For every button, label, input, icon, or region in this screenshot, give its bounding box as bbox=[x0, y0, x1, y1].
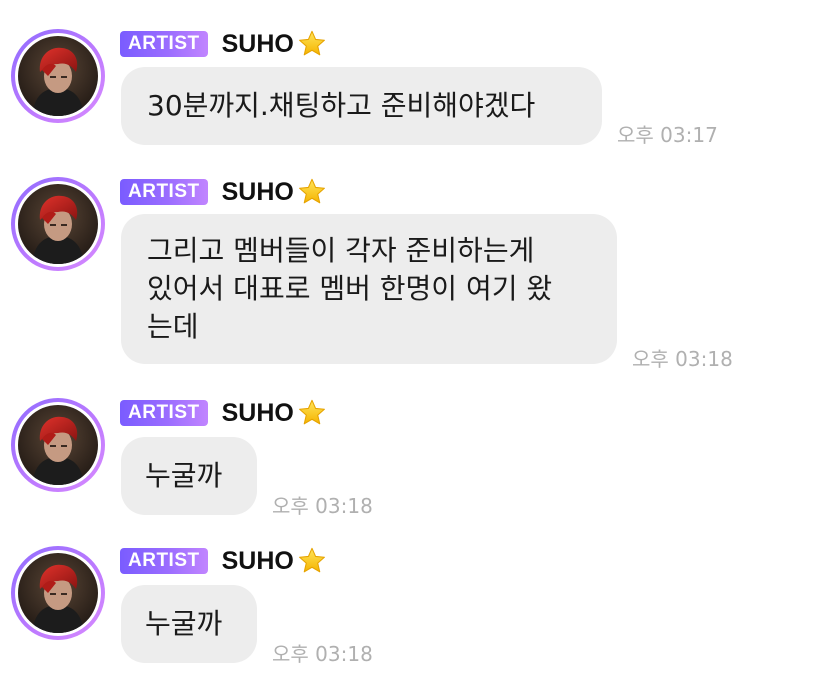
message-bubble[interactable]: 누굴까 bbox=[121, 585, 257, 663]
message-bubble[interactable]: 누굴까 bbox=[121, 437, 257, 515]
sender-row: ARTIST SUHO bbox=[120, 398, 328, 428]
artist-badge: ARTIST bbox=[120, 31, 208, 57]
artist-badge: ARTIST bbox=[120, 548, 208, 574]
message-bubble[interactable]: 그리고 멤버들이 각자 준비하는게 있어서 대표로 멤버 한명이 여기 왔 는데 bbox=[121, 214, 617, 364]
sender-name[interactable]: SUHO bbox=[222, 30, 294, 59]
avatar[interactable] bbox=[11, 177, 105, 271]
profile-photo bbox=[18, 36, 98, 116]
timestamp: 오후 03:18 bbox=[632, 347, 733, 371]
artist-badge: ARTIST bbox=[120, 179, 208, 205]
sender-row: ARTIST SUHO bbox=[120, 177, 328, 207]
profile-photo bbox=[18, 405, 98, 485]
timestamp: 오후 03:17 bbox=[617, 123, 718, 147]
artist-badge: ARTIST bbox=[120, 400, 208, 426]
avatar[interactable] bbox=[11, 398, 105, 492]
timestamp: 오후 03:18 bbox=[272, 494, 373, 518]
profile-photo bbox=[18, 184, 98, 264]
sender-row: ARTIST SUHO bbox=[120, 29, 328, 59]
sender-name[interactable]: SUHO bbox=[222, 178, 294, 207]
timestamp: 오후 03:18 bbox=[272, 642, 373, 666]
sender-name[interactable]: SUHO bbox=[222, 547, 294, 576]
profile-photo bbox=[18, 553, 98, 633]
avatar[interactable] bbox=[11, 29, 105, 123]
avatar[interactable] bbox=[11, 546, 105, 640]
star-icon bbox=[298, 178, 325, 204]
sender-row: ARTIST SUHO bbox=[120, 546, 328, 576]
star-icon bbox=[298, 30, 325, 56]
message-bubble[interactable]: 30분까지.채팅하고 준비해야겠다 bbox=[121, 67, 602, 145]
star-icon bbox=[298, 547, 325, 573]
star-icon bbox=[298, 399, 325, 425]
sender-name[interactable]: SUHO bbox=[222, 399, 294, 428]
